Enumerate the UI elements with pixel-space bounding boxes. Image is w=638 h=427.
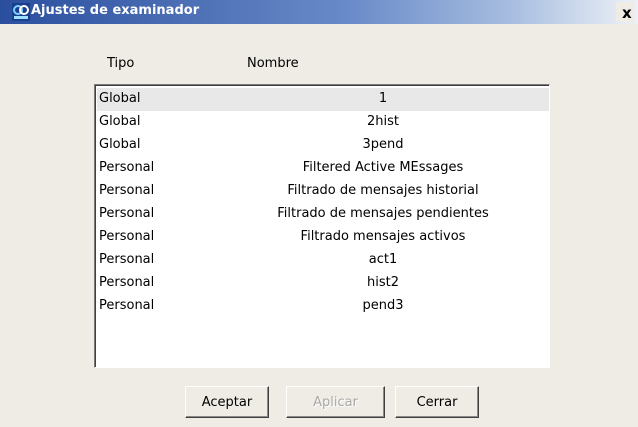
list-item[interactable]: Personal Filtrado de mensajes pendientes (97, 203, 549, 226)
list-item-tipo: Global (99, 114, 141, 129)
filter-list[interactable]: Global 1 Global 2hist Global 3pend Personal Fil… (94, 84, 550, 368)
list-item-nombre: hist2 (367, 275, 399, 290)
list-item[interactable]: Personal Filtered Active MEssages (97, 157, 549, 180)
list-item[interactable]: Personal pend3 (97, 295, 549, 318)
list-item-nombre: Filtrado de mensajes historial (287, 183, 479, 198)
list-item-nombre: Filtrado mensajes activos (300, 229, 466, 244)
list-item-tipo: Personal (99, 183, 155, 198)
list-item[interactable]: Personal Filtrado mensajes activos (97, 226, 549, 249)
accept-button[interactable]: Aceptar (185, 386, 269, 418)
list-item-nombre: 1 (378, 91, 388, 106)
list-item-nombre: Filtered Active MEssages (302, 160, 464, 175)
list-item-nombre: act1 (368, 252, 398, 267)
browser-settings-dialog: Ajustes de examinador x Tipo Nombre Glob… (0, 0, 638, 427)
close-dialog-button[interactable]: Cerrar (395, 386, 479, 418)
list-item[interactable]: Personal act1 (97, 249, 549, 272)
list-item[interactable]: Global 1 (97, 88, 549, 111)
list-item-tipo: Global (99, 137, 141, 152)
close-button[interactable]: x (616, 2, 634, 22)
column-header-tipo: Tipo (107, 56, 135, 71)
list-item-nombre: Filtrado de mensajes pendientes (277, 206, 489, 221)
apply-button[interactable]: Aplicar (286, 386, 385, 418)
title-bar[interactable]: Ajustes de examinador x (0, 0, 638, 24)
column-header-nombre: Nombre (247, 56, 299, 71)
list-item-tipo: Personal (99, 298, 155, 313)
list-item-tipo: Personal (99, 206, 155, 221)
window-title: Ajustes de examinador (31, 3, 200, 18)
list-item-tipo: Personal (99, 275, 155, 290)
list-item-tipo: Global (99, 91, 141, 106)
list-item[interactable]: Global 2hist (97, 111, 549, 134)
list-item[interactable]: Personal hist2 (97, 272, 549, 295)
list-item[interactable]: Global 3pend (97, 134, 549, 157)
list-item-tipo: Personal (99, 252, 155, 267)
list-item-nombre: pend3 (362, 298, 404, 313)
app-logo-icon (12, 3, 30, 21)
list-item[interactable]: Personal Filtrado de mensajes historial (97, 180, 549, 203)
list-item-tipo: Personal (99, 160, 155, 175)
list-item-nombre: 3pend (362, 137, 404, 152)
list-item-tipo: Personal (99, 229, 155, 244)
list-item-nombre: 2hist (367, 114, 399, 129)
